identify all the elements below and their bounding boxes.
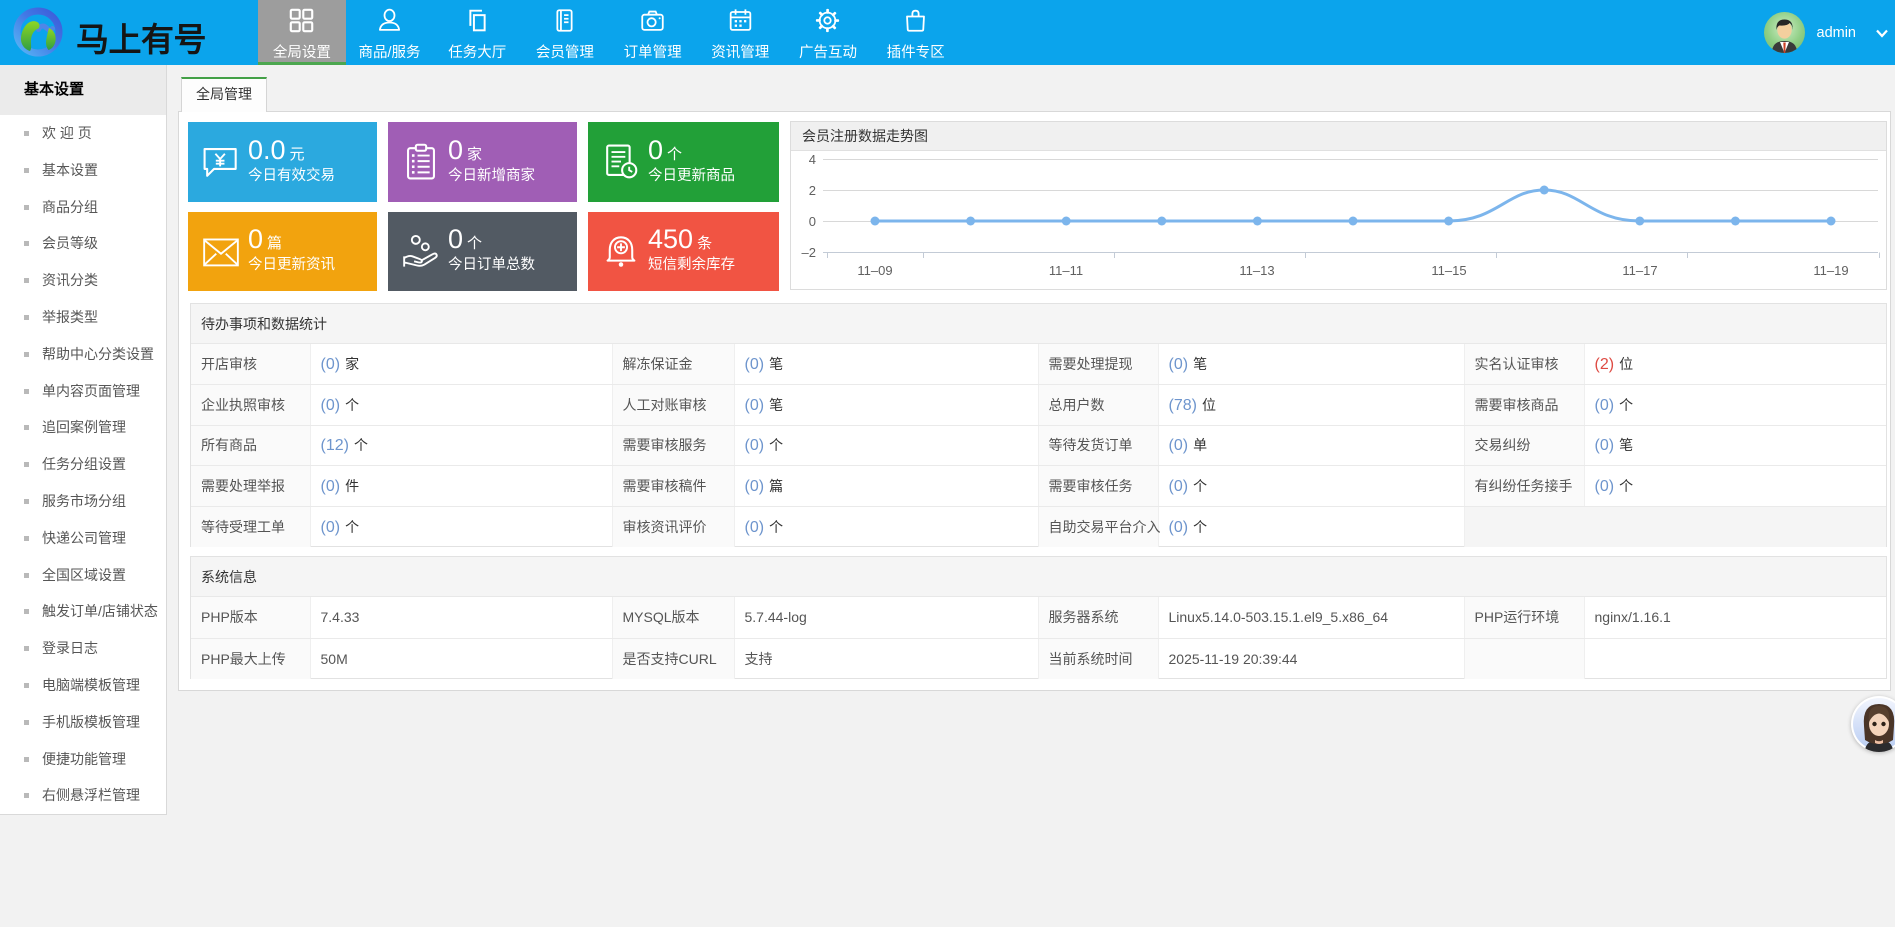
svg-text:11–19: 11–19 <box>1813 263 1848 278</box>
svg-text:11–17: 11–17 <box>1622 263 1657 278</box>
svg-text:–2: –2 <box>802 245 816 260</box>
svg-text:11–15: 11–15 <box>1431 263 1466 278</box>
svg-text:11–13: 11–13 <box>1239 263 1274 278</box>
svg-text:11–11: 11–11 <box>1049 263 1083 278</box>
svg-text:4: 4 <box>809 152 816 167</box>
svg-text:11–09: 11–09 <box>857 263 892 278</box>
svg-text:0: 0 <box>809 214 816 229</box>
svg-text:2: 2 <box>809 183 816 198</box>
